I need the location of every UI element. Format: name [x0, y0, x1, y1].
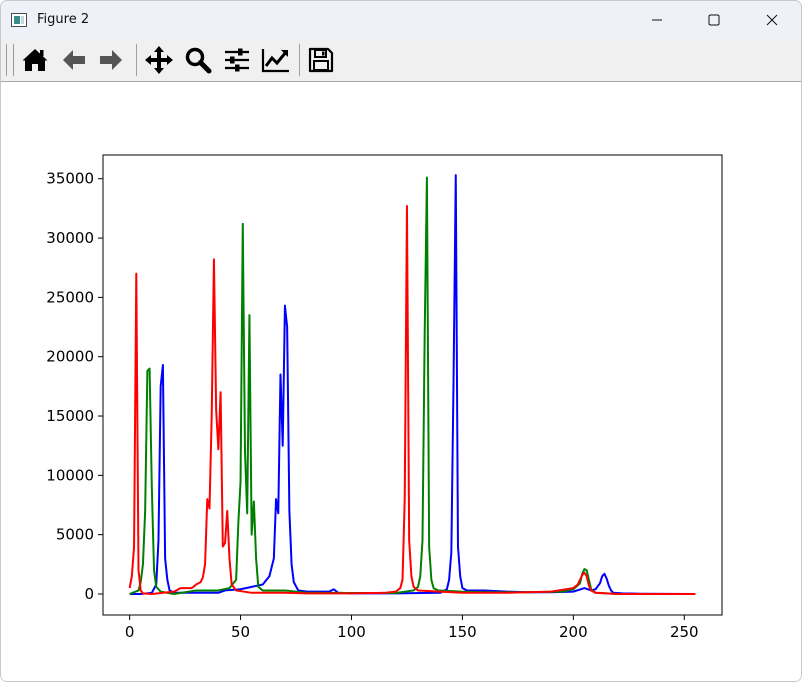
figure-canvas[interactable]: 0 50 100 150 200 250 0 5000 10000 15000 20000 25000… — [1, 82, 802, 682]
floppy-disk-icon — [308, 47, 334, 73]
x-tick-label: 250 — [670, 623, 699, 641]
y-tick-label: 25000 — [46, 288, 94, 306]
title-bar[interactable]: Figure 2 — [1, 1, 801, 39]
line-chart-icon — [261, 49, 289, 73]
series-line-0 — [129, 174, 696, 595]
zoom-button[interactable] — [181, 44, 215, 76]
plot-frame — [102, 154, 723, 616]
y-tick-label: 20000 — [46, 348, 94, 366]
y-tick-label: 5000 — [56, 526, 94, 544]
zoom-icon — [185, 47, 212, 74]
close-icon — [766, 14, 778, 26]
home-icon — [22, 49, 48, 71]
minimize-icon — [652, 19, 662, 21]
back-button[interactable] — [57, 44, 91, 76]
x-tick-label: 150 — [448, 623, 477, 641]
y-tick-label: 15000 — [46, 407, 94, 425]
move-icon — [145, 46, 173, 74]
x-tick-label: 0 — [125, 623, 135, 641]
pan-button[interactable] — [142, 44, 176, 76]
arrow-right-icon — [100, 50, 122, 70]
maximize-icon — [708, 14, 720, 26]
x-tick-label: 200 — [559, 623, 588, 641]
y-tick-label: 30000 — [46, 229, 94, 247]
configure-subplots-button[interactable] — [220, 44, 254, 76]
minimize-button[interactable] — [628, 1, 686, 39]
toolbar-separator — [299, 44, 300, 76]
y-tick-label: 10000 — [46, 466, 94, 484]
y-tick-label: 0 — [84, 585, 94, 603]
histogram-chart[interactable]: 0 50 100 150 200 250 0 5000 10000 15000 20000 25000… — [1, 82, 802, 682]
series-line-1 — [129, 176, 696, 595]
edit-axis-button[interactable] — [259, 44, 293, 76]
x-tick-label: 100 — [337, 623, 366, 641]
window-title: Figure 2 — [37, 12, 90, 27]
arrow-left-icon — [63, 50, 85, 70]
save-button[interactable] — [304, 44, 338, 76]
toolbar-separator — [136, 44, 137, 76]
series-line-2 — [128, 205, 696, 595]
x-tick-label: 50 — [231, 623, 250, 641]
figure-window-icon — [11, 12, 27, 27]
forward-button[interactable] — [94, 44, 128, 76]
toolbar-grip[interactable] — [6, 44, 14, 76]
figure-window: Figure 2 0 50 100 150 200 250 0 5000 100… — [0, 0, 802, 682]
sliders-icon — [225, 48, 249, 72]
navigation-toolbar — [1, 39, 801, 82]
y-tick-label: 35000 — [46, 170, 94, 188]
maximize-button[interactable] — [685, 1, 743, 39]
close-button[interactable] — [743, 1, 801, 39]
home-button[interactable] — [18, 44, 52, 76]
